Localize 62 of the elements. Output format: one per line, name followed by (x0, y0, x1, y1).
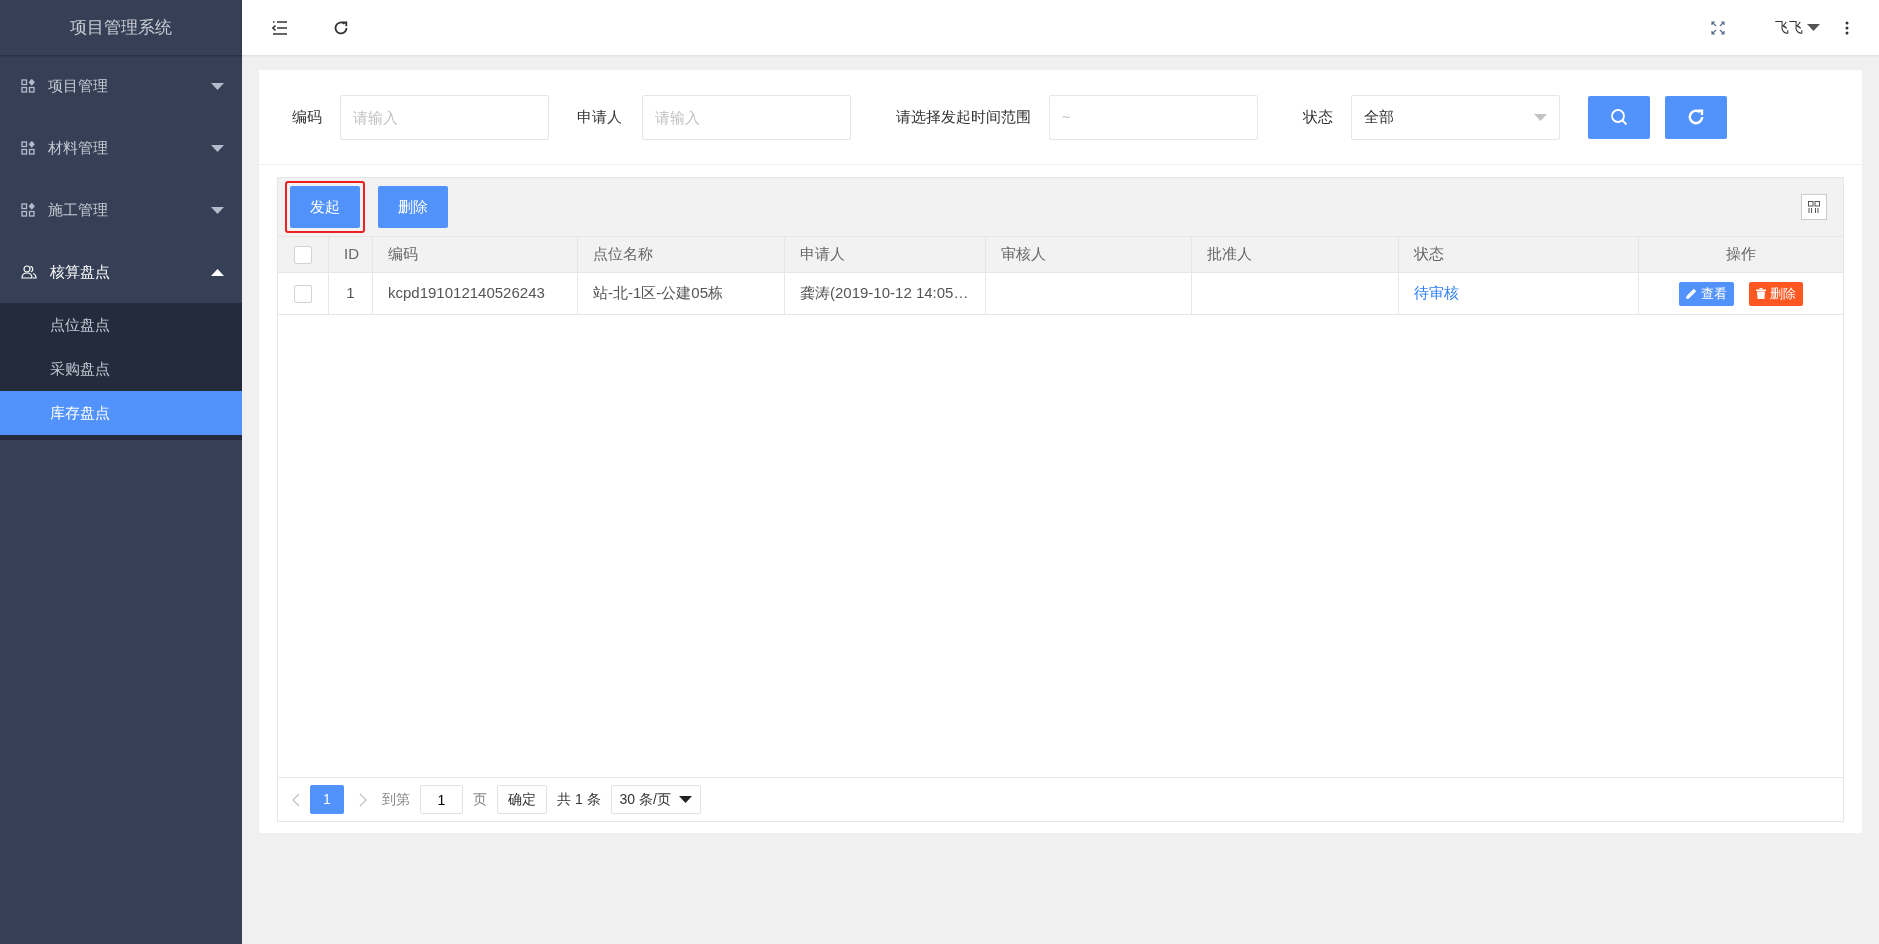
caret-icon (1807, 24, 1820, 31)
columns-icon (1808, 201, 1820, 213)
filter-label: 申请人 (577, 106, 622, 127)
caret-icon (211, 268, 224, 276)
search-icon (1610, 108, 1628, 126)
refresh-icon (1687, 108, 1705, 126)
page-unit-label: 页 (473, 790, 487, 809)
menu-item[interactable]: 核算盘点 (0, 241, 242, 303)
table-cell-text: kcpd191012140526243 (388, 283, 545, 304)
search-button[interactable] (1588, 95, 1650, 139)
column-header: 点位名称 (578, 237, 785, 272)
input-field[interactable]: 请输入 (340, 94, 549, 140)
grid-icon (21, 141, 35, 155)
column-header: 审核人 (986, 237, 1192, 272)
grid-icon (21, 203, 35, 217)
trash-icon (1756, 288, 1766, 299)
menu-item[interactable]: 项目管理 (0, 55, 242, 117)
submenu-item[interactable]: 点位盘点 (0, 303, 242, 347)
grid-icon (21, 79, 35, 93)
caret-icon (211, 206, 224, 214)
reset-button[interactable] (1665, 95, 1727, 139)
filter-label: 状态 (1303, 106, 1333, 127)
table-cell-text: 1 (346, 283, 355, 304)
confirm-button[interactable]: 确定 (497, 785, 547, 814)
goto-label: 到第 (382, 790, 410, 809)
submenu-item[interactable]: 采购盘点 (0, 347, 242, 391)
prev-page-icon[interactable] (292, 792, 300, 807)
column-header: 编码 (373, 237, 578, 272)
row-checkbox[interactable] (294, 284, 312, 303)
status-link[interactable]: 待审核 (1414, 282, 1459, 305)
app-title: 项目管理系统 (70, 16, 172, 39)
table-cell-text: 站-北-1区-公建05栋 (593, 283, 723, 304)
column-header: 申请人 (785, 237, 986, 272)
pencil-icon (1686, 288, 1697, 299)
select-all-checkbox[interactable] (294, 245, 312, 264)
date-range-field[interactable]: ~ (1049, 94, 1258, 140)
menu-fold-icon[interactable] (272, 20, 288, 35)
menu-item[interactable]: 材料管理 (0, 117, 242, 179)
fullscreen-icon[interactable] (1711, 20, 1725, 35)
menu-item[interactable]: 施工管理 (0, 179, 242, 241)
caret-icon (211, 82, 224, 90)
refresh-icon[interactable] (333, 19, 349, 36)
users-icon (21, 265, 37, 279)
column-toggle-button[interactable] (1801, 194, 1827, 220)
input-field[interactable]: 请输入 (642, 94, 851, 140)
column-header: 批准人 (1192, 237, 1399, 272)
column-header: 操作 (1725, 244, 1757, 265)
caret-icon (211, 144, 224, 152)
caret-icon (1534, 113, 1547, 121)
more-icon[interactable] (1845, 20, 1849, 35)
column-header: 状态 (1399, 237, 1639, 272)
page-size-select[interactable]: 30 条/页 (610, 785, 701, 814)
column-header: ID (329, 237, 373, 272)
table-cell-text: 龚涛(2019-10-12 14:05… (800, 283, 969, 304)
filter-label: 编码 (292, 106, 322, 127)
page-input[interactable]: 1 (420, 785, 463, 814)
user-menu[interactable]: 飞飞 (1775, 17, 1820, 38)
total-count: 共 1 条 (557, 790, 601, 809)
next-page-icon[interactable] (359, 792, 367, 807)
status-select[interactable]: 全部 (1351, 94, 1560, 140)
caret-icon (678, 796, 692, 803)
filter-label: 请选择发起时间范围 (896, 106, 1031, 127)
